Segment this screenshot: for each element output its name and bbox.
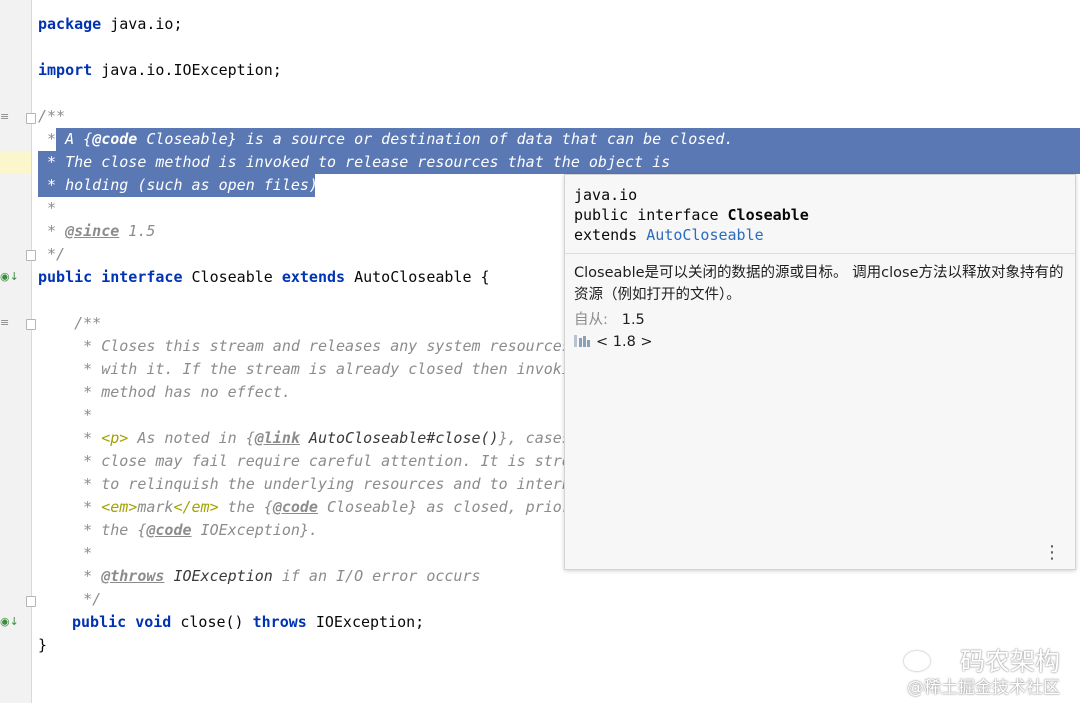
doc-open: /** [38,107,66,125]
autocloseable-link[interactable]: AutoCloseable [646,226,763,244]
fold-marker-2[interactable] [26,319,36,330]
method-doc-close: */ [38,590,102,608]
fold-marker-end[interactable] [26,250,36,261]
watermark: 码农架构 @稀土掘金技术社区 [907,647,1060,698]
doc-since: * @since 1.5 [38,222,156,240]
doc-render-icon[interactable]: ≡ [0,110,9,123]
method-doc-line-10: * [38,544,93,562]
method-doc-line-3: * method has no effect. [38,383,291,401]
method-doc-line-8: * <em>mark</em> the {@code Closeable} as… [38,498,589,516]
caret-line-highlight [0,151,31,174]
quick-documentation-popup[interactable]: java.io public interface Closeable exten… [564,174,1076,570]
doc-declaration: public interface Closeable [574,206,809,224]
fold-marker[interactable] [26,113,36,124]
method-doc-open: /** [38,314,102,332]
code-line-package: package java.io; [38,15,183,33]
method-doc-line-11: * @throws IOException if an I/O error oc… [38,567,481,585]
doc-signature: java.io public interface Closeable exten… [565,175,1075,254]
doc-jdk-row[interactable]: < 1.8 > [574,331,1066,353]
doc-selected-line-3: * holding (such as open files). [38,176,327,194]
fold-marker-end-2[interactable] [26,596,36,607]
doc-render-icon-2[interactable]: ≡ [0,316,9,329]
implemented-icon[interactable]: ◉↓ [0,270,19,283]
code-line-import: import java.io.IOException; [38,61,282,79]
implemented-icon-2[interactable]: ◉↓ [0,615,19,628]
method-declaration: public void close() throws IOException; [72,613,425,631]
method-doc-line-5: * <p> As noted in {@link AutoCloseable#c… [38,429,589,447]
closing-brace: } [38,636,48,654]
method-doc-line-4: * [38,406,93,424]
method-doc-line-9: * the {@code IOException}. [38,521,318,539]
doc-package: java.io [574,186,638,204]
method-doc-line-2: * with it. If the stream is already clos… [38,360,589,378]
doc-extends: extends AutoCloseable [574,226,764,244]
doc-blank: * [38,199,57,217]
doc-body: Closeable是可以关闭的数据的源或目标。 调用close方法以释放对象持有… [565,254,1075,361]
method-doc-line-7: * to relinquish the underlying resources… [38,475,589,493]
doc-close: */ [38,245,66,263]
doc-selected-line-1: * A {@code Closeable} is a source or des… [38,130,734,148]
doc-description: Closeable是可以关闭的数据的源或目标。 调用close方法以释放对象持有… [574,265,1064,303]
doc-since-row: 自从: 1.5 [574,312,645,328]
interface-declaration: public interface Closeable extends AutoC… [38,268,490,286]
library-icon [574,335,590,347]
method-doc-line-6: * close may fail require careful attenti… [38,452,589,470]
doc-selected-line-2: * The close method is invoked to release… [38,153,671,171]
more-vertical-icon[interactable]: ⋮ [1043,544,1061,562]
method-doc-line-1: * Closes this stream and releases any sy… [38,337,589,355]
